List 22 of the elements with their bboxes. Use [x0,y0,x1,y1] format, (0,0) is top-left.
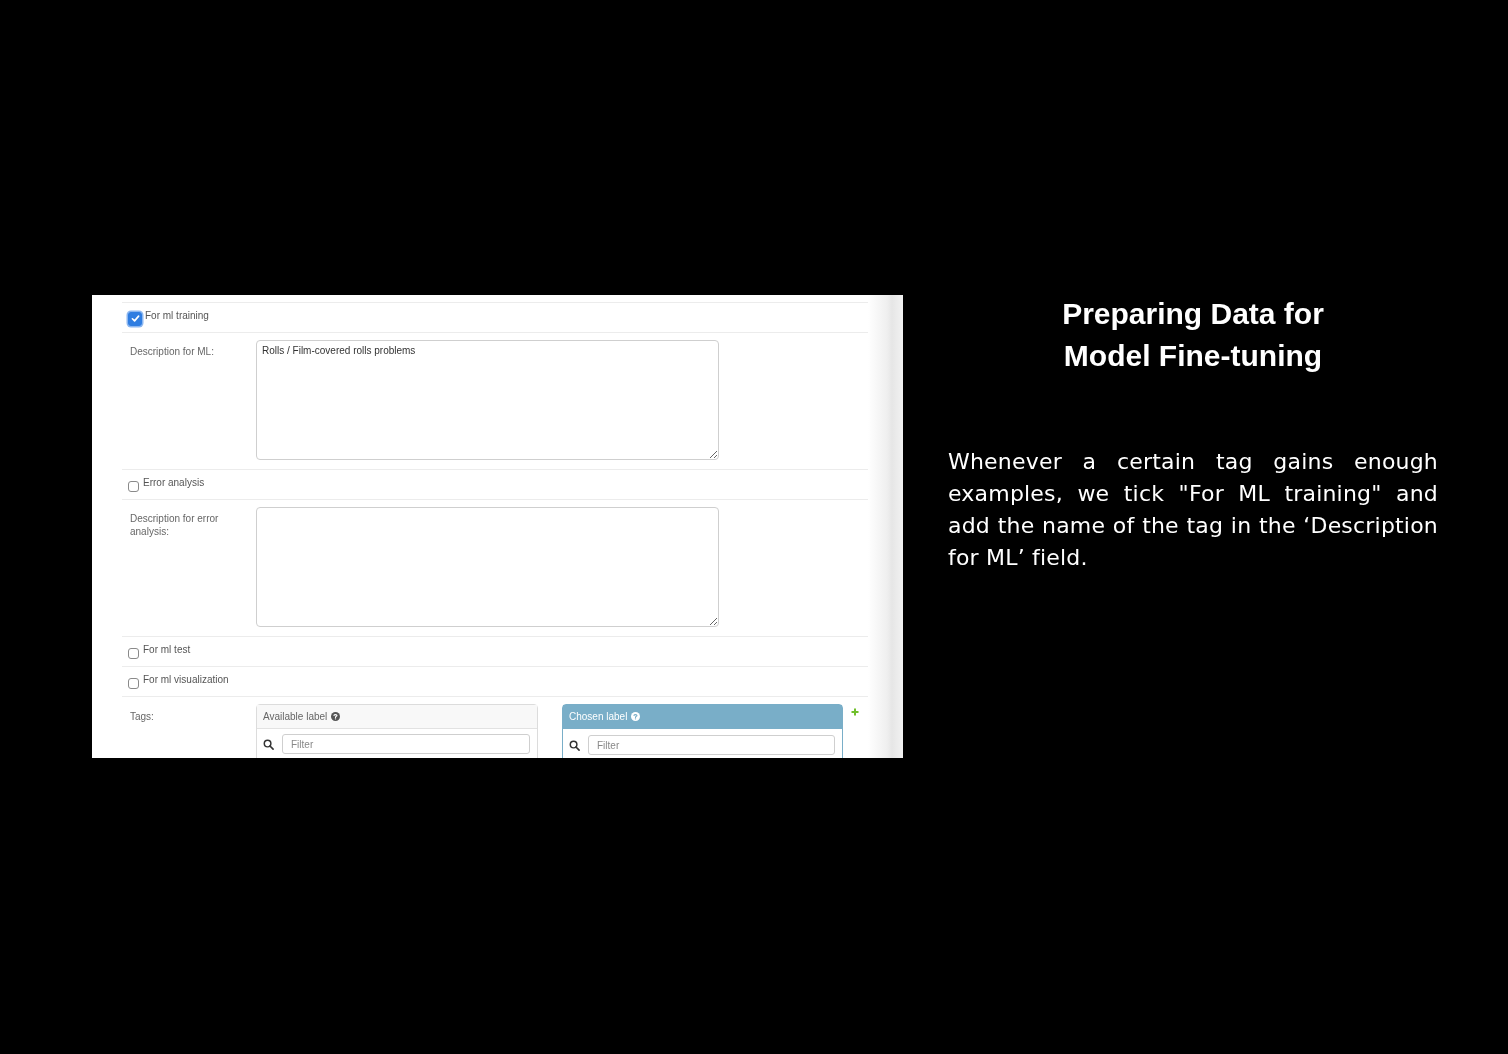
checkbox[interactable] [128,480,139,492]
checkbox-label[interactable]: For ml training [145,309,209,322]
search-icon [569,739,580,751]
plus-icon[interactable] [851,708,859,716]
checkbox-label[interactable]: For ml visualization [143,673,229,686]
field-label: Description for ML: [130,345,215,358]
checkbox[interactable] [128,647,139,659]
list-header-title: Chosen label [569,711,628,722]
text-area[interactable]: Rolls / Film-covered rolls problems [256,340,719,460]
list-header-title: Available label [263,711,328,722]
filter-input[interactable]: Filter [282,734,530,754]
field-label: Tags: [130,710,155,723]
checkbox[interactable] [128,677,139,689]
checkbox[interactable] [128,311,142,326]
checkbox-label[interactable]: Error analysis [143,476,205,489]
help-icon[interactable] [331,712,341,721]
checkbox-label[interactable]: For ml test [143,643,191,656]
slide-title: Preparing Data for Model Fine-tuning [1061,296,1325,374]
search-icon [263,738,274,750]
filter-input[interactable]: Filter [588,735,835,755]
slide-body-text: Whenever a certain tag gains enough examples, we tick "For ML training" and add the name of the tag in the ‘Description for ML’ field. [948,448,1438,572]
field-label: Description for error analysis: [130,512,220,538]
